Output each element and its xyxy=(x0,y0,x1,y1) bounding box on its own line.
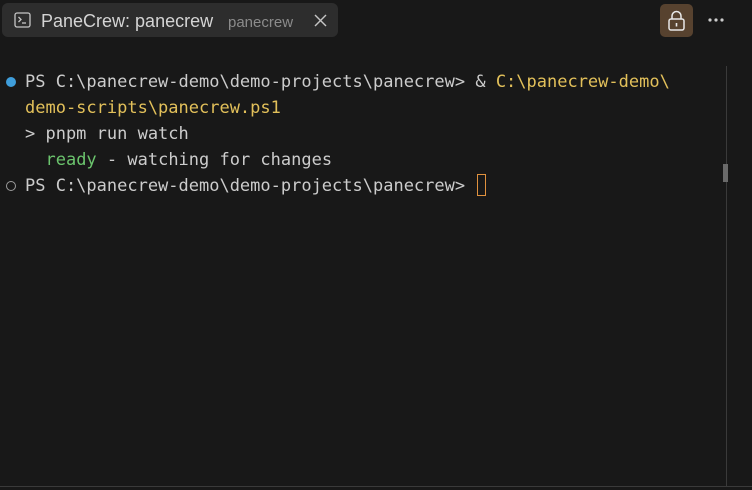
terminal-panel: PaneCrew: panecrew panecrew PS C:\panecr… xyxy=(0,0,752,490)
command-text: > pnpm run watch xyxy=(25,124,189,144)
close-icon xyxy=(314,14,327,27)
terminal-tab[interactable]: PaneCrew: panecrew panecrew xyxy=(2,3,338,37)
scrollbar-track[interactable] xyxy=(726,66,727,486)
command-success-decoration[interactable] xyxy=(6,77,16,87)
prompt-text: PS C:\panecrew-demo\demo-projects\panecr… xyxy=(25,72,496,92)
scrollbar-thumb[interactable] xyxy=(723,164,728,182)
script-path: C:\panecrew-demo\ xyxy=(495,72,670,92)
status-message: - watching for changes xyxy=(96,150,333,170)
panel-divider xyxy=(0,486,752,487)
terminal-output[interactable]: PS C:\panecrew-demo\demo-projects\panecr… xyxy=(0,42,726,486)
more-horizontal-icon xyxy=(708,18,724,22)
close-tab-button[interactable] xyxy=(312,12,329,29)
ready-status: ready xyxy=(45,150,97,170)
more-actions-button[interactable] xyxy=(703,8,729,32)
tab-description: panecrew xyxy=(228,14,294,31)
terminal-line: ready - watching for changes xyxy=(25,147,332,173)
terminal-icon xyxy=(14,12,31,28)
prompt-text: PS C:\panecrew-demo\demo-projects\panecr… xyxy=(25,176,476,196)
lock-button[interactable] xyxy=(660,4,693,37)
tab-title: PaneCrew: panecrew xyxy=(41,11,214,31)
terminal-cursor xyxy=(477,174,487,196)
script-path-continued: demo-scripts\panecrew.ps1 xyxy=(25,98,281,118)
lock-icon xyxy=(668,10,685,31)
terminal-line: demo-scripts\panecrew.ps1 xyxy=(25,95,281,121)
terminal-line: PS C:\panecrew-demo\demo-projects\panecr… xyxy=(25,173,487,199)
terminal-line: PS C:\panecrew-demo\demo-projects\panecr… xyxy=(25,69,670,95)
terminal-line: > pnpm run watch xyxy=(25,121,189,147)
command-pending-decoration[interactable] xyxy=(6,181,16,191)
